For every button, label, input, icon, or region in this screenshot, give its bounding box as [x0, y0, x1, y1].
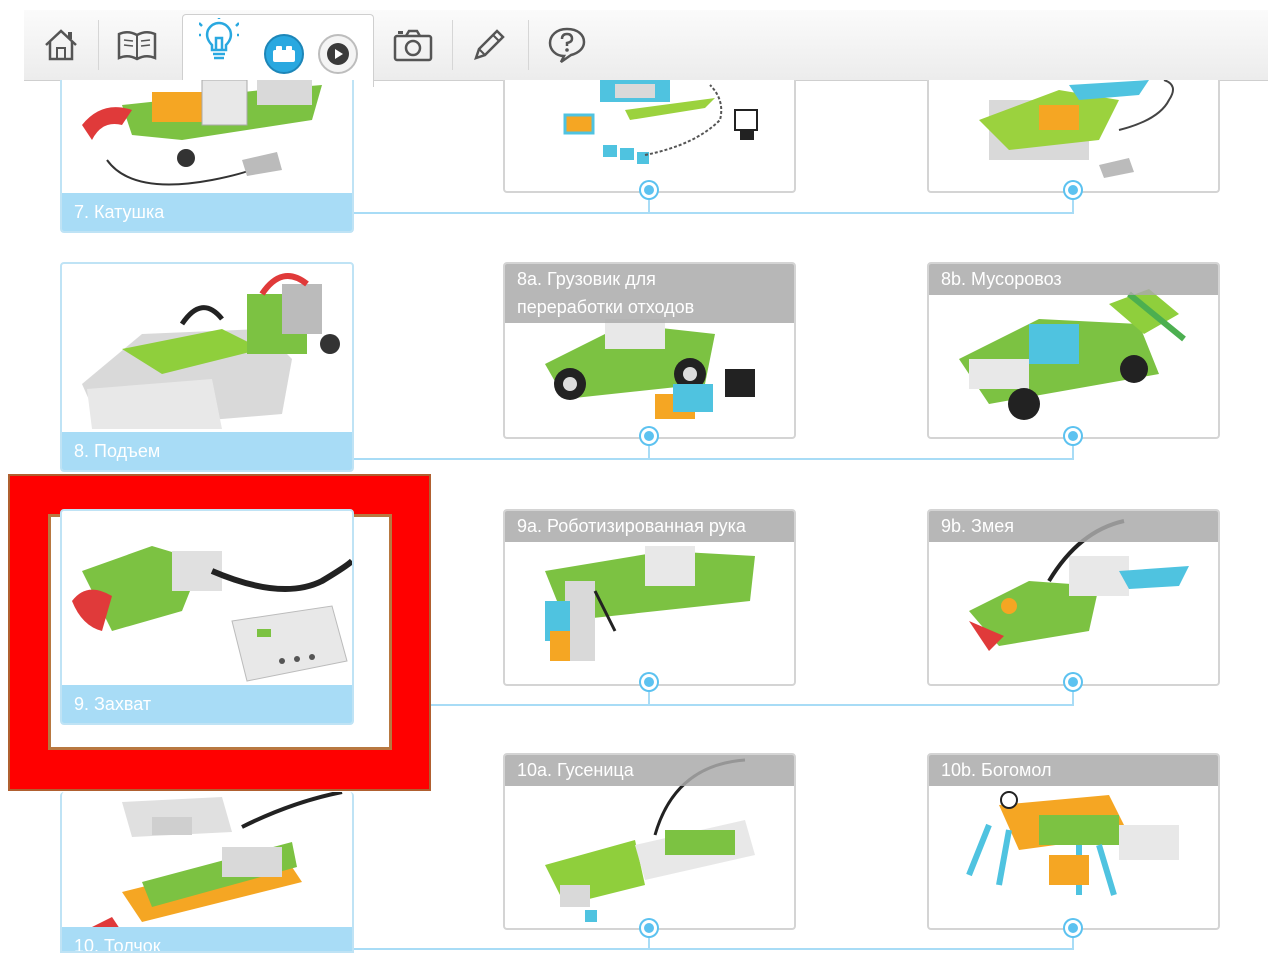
connector-dot [1065, 182, 1081, 198]
project-card-8b[interactable]: 8b. Мусоровоз [927, 262, 1220, 439]
project-card-7a[interactable] [503, 80, 796, 193]
model-image [82, 273, 340, 429]
play-icon [327, 43, 349, 65]
project-label: 10a. Гусеница [505, 755, 794, 786]
project-card-9a[interactable]: 9a. Роботизированная рука [503, 509, 796, 686]
help-button[interactable] [544, 22, 590, 68]
connector-dot [1065, 920, 1081, 936]
book-icon [117, 31, 157, 61]
pencil-icon [474, 29, 505, 60]
connector-line [352, 212, 1074, 214]
project-label: 9a. Роботизированная рука [505, 511, 794, 542]
connector-dot [641, 920, 657, 936]
toolbar-separator [98, 20, 99, 70]
connector-line [352, 948, 1074, 950]
connector-dot [641, 428, 657, 444]
home-icon [45, 29, 77, 61]
connector-line [352, 458, 1074, 460]
connector-dot [641, 182, 657, 198]
question-bubble-icon [548, 27, 586, 64]
project-card-7[interactable]: 7. Катушка [60, 80, 354, 233]
camera-icon [393, 29, 433, 62]
project-card-8a[interactable]: 8a. Грузовик для переработки отходов [503, 262, 796, 439]
toolbar-separator [528, 20, 529, 70]
home-button[interactable] [38, 22, 84, 68]
model-image [563, 80, 758, 164]
toolbar-separator [452, 20, 453, 70]
project-card-9b[interactable]: 9b. Змея [927, 509, 1220, 686]
project-card-10[interactable]: 10. Толчок [60, 792, 354, 953]
project-label: 9. Захват [62, 685, 352, 723]
project-card-10a[interactable]: 10a. Гусеница [503, 753, 796, 930]
model-image [82, 80, 322, 186]
model-image [979, 80, 1174, 178]
model-image [72, 546, 352, 682]
lightbulb-tab[interactable] [196, 18, 242, 64]
project-label: 10b. Богомол [929, 755, 1218, 786]
project-label: 8b. Мусоровоз [929, 264, 1218, 295]
pencil-button[interactable] [466, 22, 512, 68]
top-toolbar [24, 10, 1268, 87]
connector-line [352, 704, 1074, 706]
project-label: 8a. Грузовик для переработки отходов [505, 264, 794, 323]
camera-button[interactable] [390, 22, 436, 68]
project-card-10b[interactable]: 10b. Богомол [927, 753, 1220, 930]
connector-dot [641, 674, 657, 690]
project-label: 9b. Змея [929, 511, 1218, 542]
brick-button[interactable] [264, 34, 304, 74]
project-label: 8. Подъем [62, 432, 352, 470]
project-label: 10. Толчок [62, 927, 352, 951]
project-card-8[interactable]: 8. Подъем [60, 262, 354, 472]
project-label: 7. Катушка [62, 193, 352, 231]
connector-dot [1065, 428, 1081, 444]
play-button[interactable] [318, 34, 358, 74]
connector-dot [1065, 674, 1081, 690]
project-card-7b[interactable] [927, 80, 1220, 193]
project-card-9[interactable]: 9. Захват [60, 509, 354, 725]
book-button[interactable] [114, 22, 160, 68]
brick-icon [273, 46, 295, 62]
lightbulb-icon [199, 18, 239, 60]
